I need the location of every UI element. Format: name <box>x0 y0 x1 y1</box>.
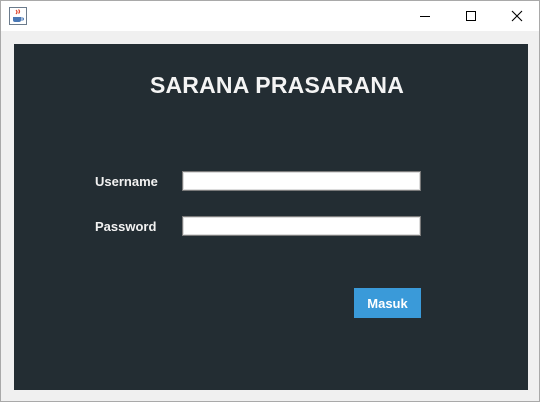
java-cup-icon <box>9 7 27 25</box>
maximize-icon <box>465 7 477 26</box>
maximize-button[interactable] <box>448 1 494 31</box>
page-title: SARANA PRASARANA <box>149 72 405 98</box>
password-label: Password <box>95 219 157 234</box>
minimize-icon <box>419 7 431 26</box>
app-window: SARANA PRASARANA Username Password Masuk <box>0 0 540 402</box>
close-icon <box>511 7 523 26</box>
username-label: Username <box>95 174 158 189</box>
password-field[interactable] <box>182 216 421 236</box>
username-field[interactable] <box>182 171 421 191</box>
close-button[interactable] <box>494 1 540 31</box>
masuk-button[interactable]: Masuk <box>354 288 421 318</box>
title-bar[interactable] <box>1 1 539 31</box>
login-panel: SARANA PRASARANA Username Password Masuk <box>14 44 528 390</box>
minimize-button[interactable] <box>402 1 448 31</box>
